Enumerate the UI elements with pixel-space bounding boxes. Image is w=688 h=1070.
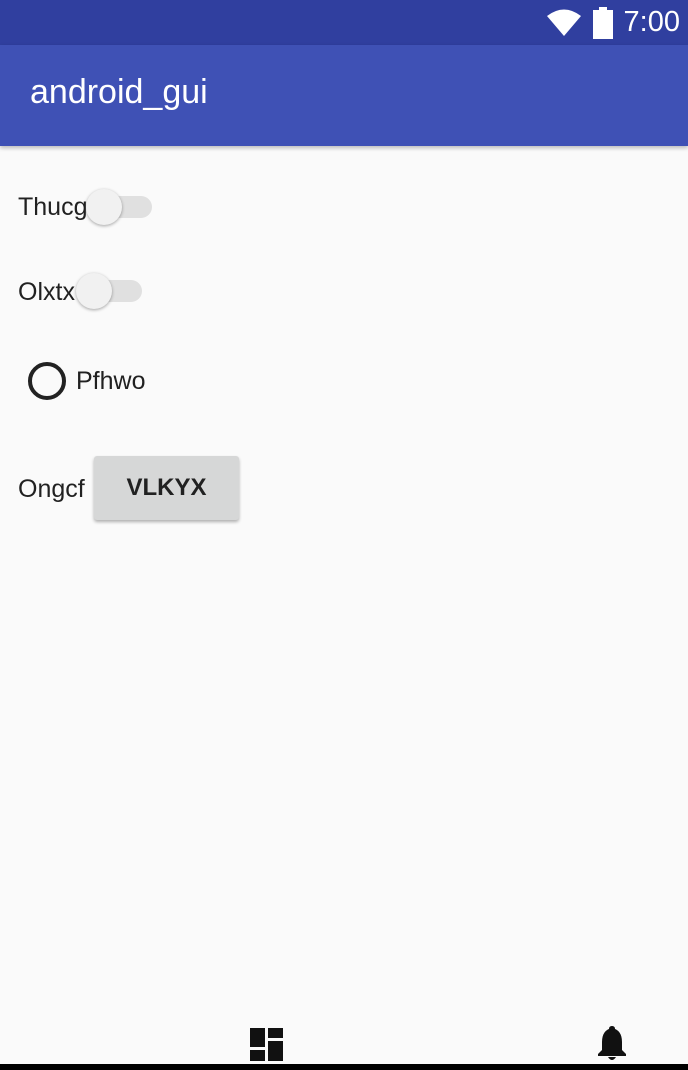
switch-olxtx-label: Olxtx [18,278,75,306]
button-row-label: Ongcf [18,475,85,503]
status-bar: 7:00 [0,0,688,45]
dashboard-icon[interactable] [250,1028,283,1061]
app-title: android_gui [30,73,208,111]
radio-pfhwo-label[interactable]: Pfhwo [76,367,145,396]
battery-icon [592,6,613,39]
status-icons: 7:00 [546,0,680,45]
notifications-icon[interactable] [596,1026,628,1062]
navigation-bar [0,1064,688,1070]
radio-pfhwo[interactable] [28,362,66,400]
vlkyx-button[interactable]: VLKYX [94,456,239,520]
app-bar: android_gui [0,45,688,146]
switch-thumb [86,189,122,225]
switch-olxtx[interactable] [76,271,142,311]
switch-thumb [76,273,112,309]
wifi-icon [546,9,581,36]
status-time: 7:00 [623,6,680,38]
switch-thucg[interactable] [86,187,152,227]
switch-thucg-label: Thucg [18,193,88,221]
